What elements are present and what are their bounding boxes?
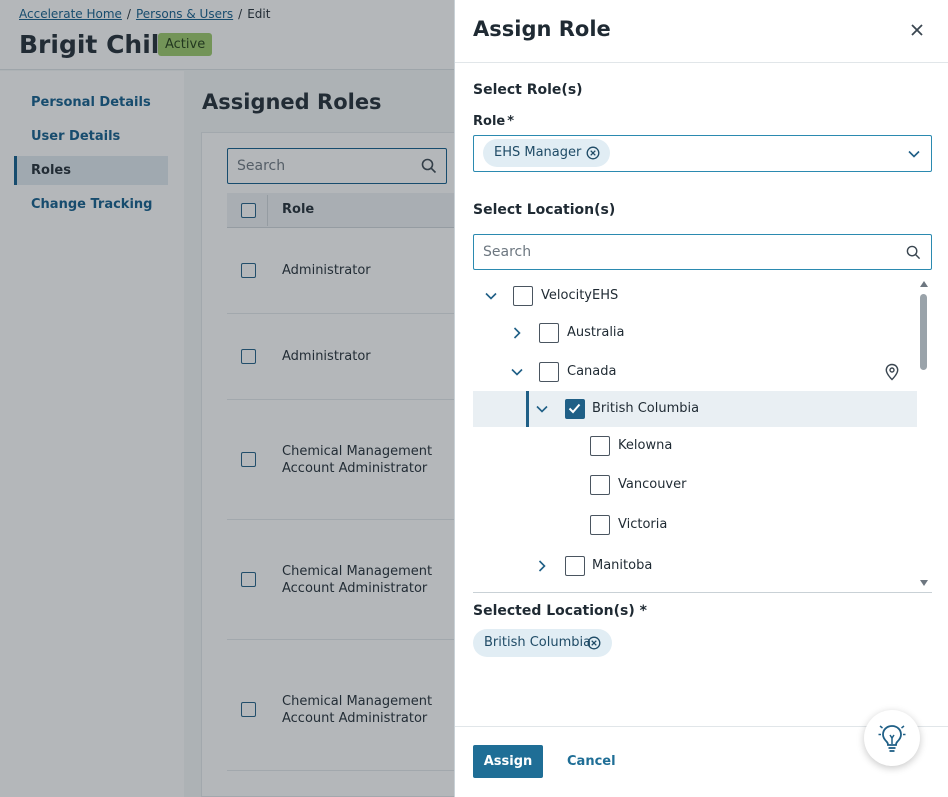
tree-checkbox[interactable] [590,436,610,456]
scroll-down-icon[interactable] [919,579,929,587]
tree-item-canada[interactable]: Canada [473,354,917,390]
checkmark-icon [568,403,581,414]
role-select[interactable]: EHS Manager [473,135,932,172]
divider [473,592,932,593]
tree-item-label: Canada [567,364,617,379]
tree-item-label: Australia [567,325,625,340]
help-button[interactable] [864,710,920,766]
tree-item-british-columbia[interactable]: British Columbia [473,391,917,427]
assign-role-drawer: Assign Role Select Role(s) Role * EHS Man… [454,0,948,797]
tree-checkbox[interactable] [590,515,610,535]
tree-item-label: British Columbia [592,401,700,416]
tree-checkbox-checked[interactable] [565,399,585,419]
location-tree: VelocityEHS Australia Canada British Col… [473,277,932,591]
assign-button[interactable]: Assign [473,745,543,778]
tree-item-label: Victoria [618,517,668,532]
tree-item-victoria[interactable]: Victoria [473,507,917,543]
tree-checkbox[interactable] [539,362,559,382]
tree-scrollbar[interactable] [917,280,931,588]
chip-label: British Columbia [484,635,592,650]
remove-chip-icon[interactable] [587,636,601,650]
search-icon [906,245,921,264]
drawer-title: Assign Role [473,17,611,41]
chevron-down-icon[interactable] [510,365,524,379]
tree-checkbox[interactable] [513,286,533,306]
selected-location-chip: British Columbia [473,629,612,657]
required-marker: * [507,114,515,129]
chevron-down-icon[interactable] [907,147,921,161]
tree-item-velocityehs[interactable]: VelocityEHS [473,278,917,314]
chevron-down-icon[interactable] [484,289,498,303]
select-locations-heading: Select Location(s) [473,202,616,218]
tree-item-label: Vancouver [618,477,687,492]
remove-chip-icon[interactable] [586,146,600,160]
tree-item-label: VelocityEHS [541,288,619,303]
divider [455,62,948,63]
chip-label: EHS Manager [494,145,582,160]
location-search-input[interactable]: Search [473,234,932,270]
chevron-right-icon[interactable] [535,559,549,573]
tree-item-label: Manitoba [592,558,653,573]
chevron-down-icon[interactable] [535,402,549,416]
selected-locations-heading: Selected Location(s) * [473,603,647,619]
tree-item-australia[interactable]: Australia [473,315,917,351]
scroll-up-icon[interactable] [919,280,929,288]
modal-backdrop[interactable] [0,0,454,797]
chevron-right-icon[interactable] [510,326,524,340]
tree-item-vancouver[interactable]: Vancouver [473,467,917,503]
role-field-label: Role * [473,114,515,129]
location-search-placeholder: Search [483,244,532,260]
tree-checkbox[interactable] [539,323,559,343]
tree-item-kelowna[interactable]: Kelowna [473,428,917,464]
lightbulb-icon [878,725,906,752]
scrollbar-thumb[interactable] [920,294,927,370]
select-roles-heading: Select Role(s) [473,82,583,98]
selected-role-chip: EHS Manager [483,139,610,167]
close-button[interactable] [907,20,927,40]
tree-item-manitoba[interactable]: Manitoba [473,548,917,584]
location-pin-icon [885,363,899,381]
tree-item-label: Kelowna [618,438,673,453]
close-icon [911,24,923,36]
tree-checkbox[interactable] [565,556,585,576]
cancel-button[interactable]: Cancel [567,745,616,778]
tree-checkbox[interactable] [590,475,610,495]
